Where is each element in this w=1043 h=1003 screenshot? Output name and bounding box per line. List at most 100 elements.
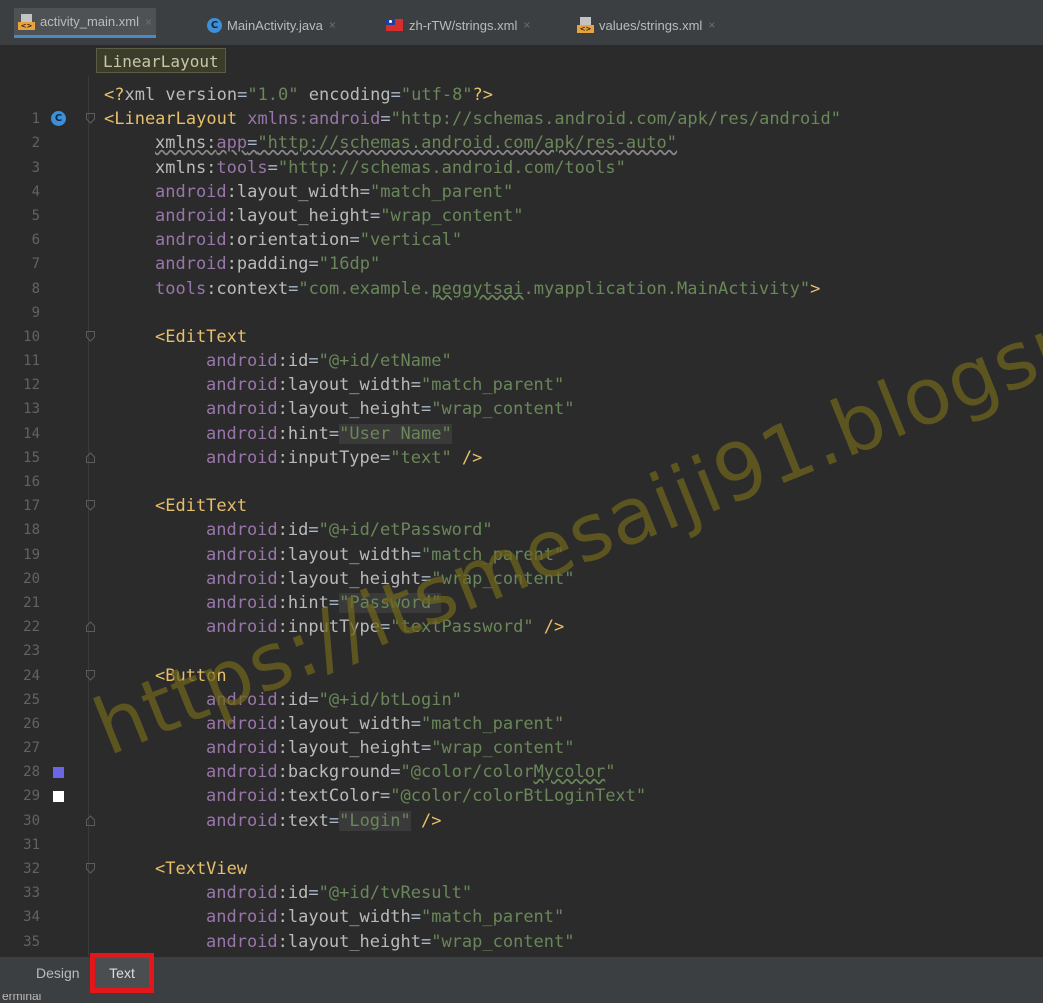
code-line: 29 android:background="@color/colorMycol… bbox=[0, 760, 1043, 804]
code-text: android:id="@+id/btLogin" bbox=[206, 689, 462, 710]
code-line: 1 <?xml version="1.0" encoding="utf-8"?> bbox=[0, 83, 1043, 127]
code-line: 18 <EditText bbox=[0, 494, 1043, 538]
code-text: android:layout_height="wrap_content" bbox=[206, 738, 575, 759]
close-icon[interactable]: × bbox=[145, 15, 152, 29]
code-line: 9 tools:context="com.example.peggytsai.m… bbox=[0, 277, 1043, 321]
editor-tab-bar: <> activity_main.xml × C MainActivity.ja… bbox=[0, 0, 1043, 46]
close-icon[interactable]: × bbox=[708, 18, 715, 32]
tab-main-activity-java[interactable]: C MainActivity.java × bbox=[207, 12, 336, 38]
code-text: xmlns:app="http://schemas.android.com/ap… bbox=[155, 133, 678, 154]
code-text: <Button bbox=[155, 665, 227, 686]
code-text: android:orientation="vertical" bbox=[155, 230, 463, 251]
code-line: 7 android:orientation="vertical" bbox=[0, 228, 1043, 272]
code-text: android:padding="16dp" bbox=[155, 254, 381, 275]
code-line: 32 bbox=[0, 833, 1043, 877]
code-line: 14 android:layout_height="wrap_content" bbox=[0, 397, 1043, 441]
code-text: xmlns:tools="http://schemas.android.com/… bbox=[155, 157, 626, 178]
fold-open-icon[interactable] bbox=[86, 500, 95, 511]
code-line: 21 android:layout_height="wrap_content" bbox=[0, 567, 1043, 611]
code-text: android:layout_width="match_parent" bbox=[206, 544, 565, 565]
close-icon[interactable]: × bbox=[523, 18, 530, 32]
code-text: android:layout_height="wrap_content" bbox=[206, 931, 575, 951]
status-bar: erminal bbox=[0, 994, 1043, 1003]
code-text: android:layout_width="match_parent" bbox=[206, 907, 565, 928]
code-line: 31 android:text="Login" /> bbox=[0, 809, 1043, 853]
code-text: <EditText bbox=[155, 496, 248, 517]
tab-label: activity_main.xml bbox=[40, 14, 139, 29]
code-line: 26 android:id="@+id/btLogin" bbox=[0, 688, 1043, 732]
breadcrumb[interactable]: LinearLayout bbox=[96, 48, 226, 73]
code-line: 10 bbox=[0, 301, 1043, 345]
code-line: 4 xmlns:tools="http://schemas.android.co… bbox=[0, 156, 1043, 200]
code-line: 35 android:layout_width="match_parent" bbox=[0, 905, 1043, 949]
color-swatch-icon[interactable] bbox=[53, 767, 64, 779]
xml-file-icon: <> bbox=[18, 13, 35, 30]
code-text: android:hint="Password" bbox=[206, 592, 442, 613]
code-text: android:layout_height="wrap_content" bbox=[206, 568, 575, 589]
code-line: 19 android:id="@+id/etPassword" bbox=[0, 518, 1043, 562]
code-line: 5 android:layout_width="match_parent" bbox=[0, 180, 1043, 224]
code-text: <EditText bbox=[155, 326, 248, 347]
tab-label: zh-rTW/strings.xml bbox=[409, 17, 518, 33]
tab-label: MainActivity.java bbox=[227, 17, 323, 33]
tab-text[interactable]: Text bbox=[90, 953, 154, 993]
code-text: tools:context="com.example.peggytsai.mya… bbox=[155, 278, 821, 299]
tab-zh-rtw-strings-xml[interactable]: zh-rTW/strings.xml × bbox=[386, 12, 530, 38]
code-line: 8 android:padding="16dp" bbox=[0, 252, 1043, 296]
color-swatch-icon[interactable] bbox=[53, 791, 64, 803]
code-line: 36 android:layout_height="wrap_content" bbox=[0, 930, 1043, 951]
code-line: 2 C <LinearLayout xmlns:android="http://… bbox=[0, 107, 1043, 151]
fold-close-icon[interactable] bbox=[86, 621, 95, 633]
code-text: android:text="Login" /> bbox=[206, 810, 442, 831]
fold-close-icon[interactable] bbox=[86, 814, 95, 826]
fold-open-icon[interactable] bbox=[86, 669, 95, 681]
xml-file-icon: <> bbox=[577, 17, 594, 33]
code-line: 13 android:layout_width="match_parent" bbox=[0, 373, 1043, 417]
fold-open-icon[interactable] bbox=[86, 863, 95, 874]
code-line: 3 xmlns:app="http://schemas.android.com/… bbox=[0, 131, 1043, 175]
code-text: android:id="@+id/tvResult" bbox=[206, 883, 473, 904]
tab-design[interactable]: Design bbox=[36, 965, 80, 981]
code-text: <TextView bbox=[155, 859, 248, 879]
code-line: 24 bbox=[0, 639, 1043, 684]
code-text: android:background="@color/colorMycolor" bbox=[206, 762, 616, 783]
code-line: 27 android:layout_width="match_parent" bbox=[0, 712, 1043, 756]
code-line: 12 android:id="@+id/etName" bbox=[0, 349, 1043, 393]
close-icon[interactable]: × bbox=[329, 18, 336, 32]
code-line: 15 android:hint="User Name" bbox=[0, 422, 1043, 466]
fold-open-icon[interactable] bbox=[86, 113, 95, 124]
code-line: 16 android:inputType="text" /> bbox=[0, 446, 1043, 490]
code-text: android:id="@+id/etName" bbox=[206, 351, 452, 372]
code-text: <LinearLayout xmlns:android="http://sche… bbox=[104, 109, 841, 130]
taiwan-flag-icon bbox=[386, 19, 403, 31]
code-line: 17 bbox=[0, 470, 1043, 514]
tab-label: values/strings.xml bbox=[599, 17, 703, 33]
tab-activity-main-xml[interactable]: <> activity_main.xml × bbox=[14, 8, 156, 38]
class-marker-icon[interactable]: C bbox=[51, 111, 66, 127]
code-text: android:inputType="textPassword" /> bbox=[206, 617, 565, 638]
code-text: android:layout_height="wrap_content" bbox=[155, 205, 524, 226]
editor-mode-tabs: Design Text bbox=[0, 953, 1043, 995]
code-text: android:id="@+id/etPassword" bbox=[206, 520, 493, 541]
code-text: <?xml version="1.0" encoding="utf-8"?> bbox=[104, 85, 494, 105]
code-line: 23 android:inputType="textPassword" /> bbox=[0, 615, 1043, 659]
terminal-label[interactable]: erminal bbox=[2, 994, 41, 1003]
code-line: 28 android:layout_height="wrap_content" bbox=[0, 736, 1043, 780]
fold-open-icon[interactable] bbox=[86, 330, 95, 342]
code-line: 11 <EditText bbox=[0, 325, 1043, 369]
code-text: android:hint="User Name" bbox=[206, 423, 452, 444]
fold-close-icon[interactable] bbox=[86, 452, 95, 463]
code-text: android:inputType="text" /> bbox=[206, 447, 483, 468]
code-line: 25 <Button bbox=[0, 664, 1043, 708]
code-editor[interactable]: 1 <?xml version="1.0" encoding="utf-8"?>… bbox=[0, 83, 1043, 951]
code-line: 22 android:hint="Password" bbox=[0, 591, 1043, 635]
code-line: 6 android:layout_height="wrap_content" bbox=[0, 204, 1043, 248]
java-class-icon: C bbox=[207, 17, 222, 33]
code-text: android:layout_width="match_parent" bbox=[206, 713, 565, 734]
code-line: 20 android:layout_width="match_parent" bbox=[0, 543, 1043, 587]
code-text: android:layout_width="match_parent" bbox=[206, 375, 565, 396]
code-text: android:layout_width="match_parent" bbox=[155, 181, 514, 202]
code-line: 33 <TextView bbox=[0, 857, 1043, 901]
tab-values-strings-xml[interactable]: <> values/strings.xml × bbox=[577, 12, 715, 38]
code-text: android:layout_height="wrap_content" bbox=[206, 399, 575, 420]
